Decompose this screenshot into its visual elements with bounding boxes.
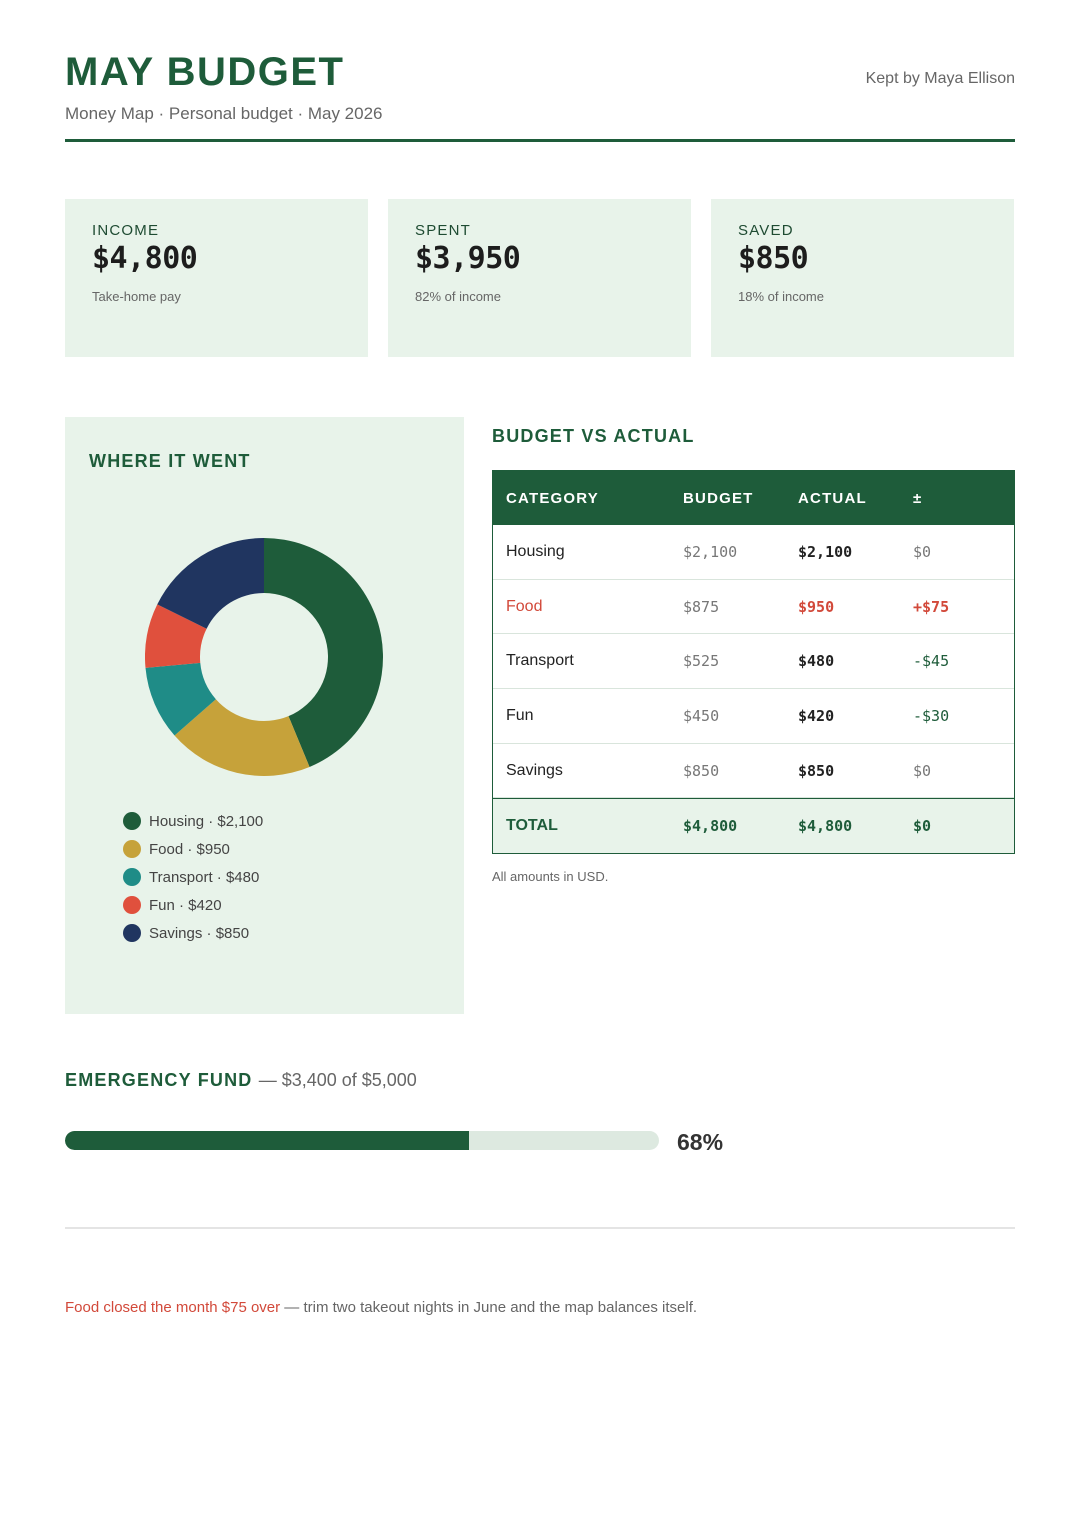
legend-dot-food: [123, 840, 141, 858]
table-row: Food $875 $950 +$75: [493, 580, 1014, 635]
row-actual: $850: [798, 761, 835, 780]
column-header-actual: ACTUAL: [798, 489, 867, 507]
legend-label-food: Food · $950: [149, 840, 230, 858]
income-value: $4,800: [92, 241, 198, 276]
row-diff: -$30: [913, 706, 950, 725]
row-budget: $525: [683, 652, 720, 671]
budget-table: CATEGORY BUDGET ACTUAL ± Housing $2,100 …: [492, 470, 1015, 855]
legend-label-fun: Fun · $420: [149, 896, 222, 914]
emergency-fund-amount: — $3,400 of $5,000: [258, 1070, 417, 1090]
column-header-diff: ±: [913, 489, 923, 507]
emergency-fund-progress-fill: [65, 1131, 469, 1150]
footer-highlight: Food closed the month $75 over: [65, 1299, 281, 1316]
total-category: TOTAL: [506, 817, 558, 835]
row-diff: -$45: [913, 652, 950, 671]
total-actual: $4,800: [798, 817, 853, 836]
row-budget: $850: [683, 761, 720, 780]
table-row: Housing $2,100 $2,100 $0: [493, 525, 1014, 580]
column-header-budget: BUDGET: [683, 489, 754, 507]
saved-label: SAVED: [738, 222, 794, 239]
income-note: Take-home pay: [92, 289, 181, 304]
spent-label: SPENT: [415, 222, 472, 239]
emergency-fund-title: EMERGENCY FUND: [65, 1070, 253, 1090]
page-title: MAY BUDGET: [65, 50, 345, 94]
legend-item-housing: Housing · $2,100: [123, 807, 263, 835]
footer-text: — trim two takeout nights in June and th…: [280, 1299, 698, 1316]
where-it-went-panel: WHERE IT WENT Housing · $2,100 Food · $9…: [65, 417, 464, 1014]
page-subtitle: Money Map · Personal budget · May 2026: [65, 104, 383, 123]
emergency-fund-heading: EMERGENCY FUND — $3,400 of $5,000: [65, 1070, 1015, 1091]
row-category: Food: [506, 597, 543, 615]
saved-value: $850: [738, 241, 809, 276]
legend-label-housing: Housing · $2,100: [149, 812, 264, 830]
row-diff: $0: [913, 542, 932, 561]
donut-legend: Housing · $2,100 Food · $950 Transport ·…: [123, 807, 263, 947]
row-budget: $875: [683, 597, 720, 616]
spent-card: SPENT $3,950 82% of income: [388, 199, 691, 357]
row-actual: $950: [798, 597, 835, 616]
row-category: Fun: [506, 706, 534, 724]
table-row: Fun $450 $420 -$30: [493, 689, 1014, 744]
spent-value: $3,950: [415, 241, 521, 276]
legend-item-fun: Fun · $420: [123, 891, 263, 919]
legend-dot-savings: [123, 924, 141, 942]
total-diff: $0: [913, 817, 932, 836]
spending-donut-chart: [145, 538, 383, 776]
table-header-row: CATEGORY BUDGET ACTUAL ±: [493, 471, 1014, 525]
legend-dot-transport: [123, 868, 141, 886]
page-header: MAY BUDGET Money Map · Personal budget ·…: [65, 50, 1015, 142]
legend-item-transport: Transport · $480: [123, 863, 263, 891]
income-label: INCOME: [92, 222, 160, 239]
footer-note: Food closed the month $75 over — trim tw…: [65, 1299, 697, 1316]
saved-card: SAVED $850 18% of income: [711, 199, 1014, 357]
saved-note: 18% of income: [738, 289, 824, 304]
row-budget: $2,100: [683, 542, 738, 561]
legend-item-food: Food · $950: [123, 835, 263, 863]
legend-dot-fun: [123, 896, 141, 914]
row-diff: +$75: [913, 597, 950, 616]
table-footnote: All amounts in USD.: [492, 869, 609, 884]
summary-cards: INCOME $4,800 Take-home pay SPENT $3,950…: [65, 199, 1015, 357]
keeper-label: Kept by Maya Ellison: [865, 70, 1015, 87]
table-row: Transport $525 $480 -$45: [493, 634, 1014, 690]
emergency-fund-progress-track: [65, 1131, 659, 1150]
row-diff: $0: [913, 761, 932, 780]
row-actual: $480: [798, 652, 835, 671]
spent-note: 82% of income: [415, 289, 501, 304]
row-actual: $420: [798, 706, 835, 725]
legend-label-savings: Savings · $850: [149, 924, 250, 942]
legend-label-transport: Transport · $480: [149, 868, 260, 886]
row-budget: $450: [683, 706, 720, 725]
budget-vs-actual-title: BUDGET VS ACTUAL: [492, 426, 695, 446]
legend-item-savings: Savings · $850: [123, 919, 263, 947]
income-card: INCOME $4,800 Take-home pay: [65, 199, 368, 357]
row-actual: $2,100: [798, 542, 853, 561]
emergency-fund-percent: 68%: [677, 1129, 724, 1155]
row-category: Transport: [506, 652, 574, 670]
where-it-went-title: WHERE IT WENT: [89, 451, 251, 471]
column-header-category: CATEGORY: [506, 489, 599, 507]
legend-dot-housing: [123, 812, 141, 830]
section-divider: [65, 1227, 1015, 1229]
row-category: Savings: [506, 761, 563, 779]
emergency-fund-section: EMERGENCY FUND — $3,400 of $5,000 68%: [65, 1070, 1015, 1155]
row-category: Housing: [506, 542, 565, 560]
total-budget: $4,800: [683, 817, 738, 836]
table-row: Savings $850 $850 $0: [493, 744, 1014, 799]
table-total-row: TOTAL $4,800 $4,800 $0: [493, 798, 1014, 854]
